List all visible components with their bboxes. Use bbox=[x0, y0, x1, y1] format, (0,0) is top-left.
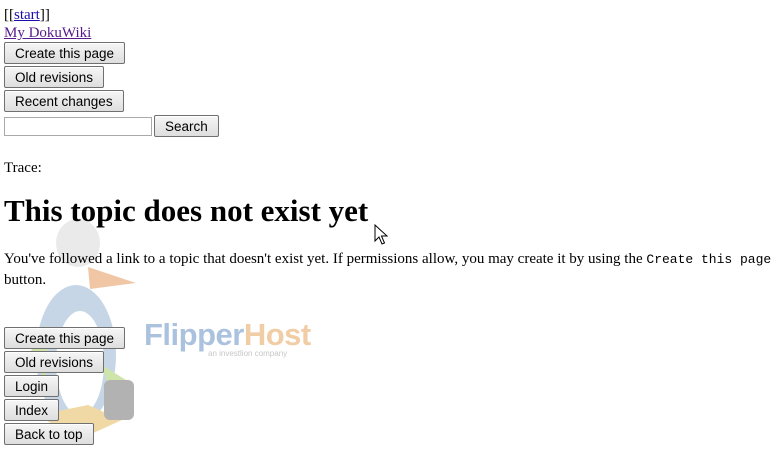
login-button[interactable]: Login bbox=[4, 375, 60, 397]
recent-changes-button[interactable]: Recent changes bbox=[4, 90, 124, 112]
search-button[interactable]: Search bbox=[154, 115, 219, 137]
footer-actions: Create this page Old revisions Login Ind… bbox=[4, 327, 774, 447]
breadcrumb: [[start]] bbox=[4, 7, 50, 23]
create-page-button[interactable]: Create this page bbox=[4, 42, 126, 64]
back-to-top-button[interactable]: Back to top bbox=[4, 423, 94, 445]
site-title: My DokuWiki bbox=[4, 24, 774, 42]
breadcrumb-start-link[interactable]: start bbox=[14, 7, 40, 23]
index-button[interactable]: Index bbox=[4, 399, 60, 421]
footer-create-page-button[interactable]: Create this page bbox=[4, 327, 126, 349]
trace-label: Trace: bbox=[4, 160, 42, 176]
create-page-code: Create this page bbox=[646, 252, 772, 267]
search-input[interactable] bbox=[4, 116, 152, 136]
mouse-cursor-icon bbox=[374, 224, 388, 245]
not-exist-message: You've followed a link to a topic that d… bbox=[4, 251, 772, 288]
site-title-link[interactable]: My DokuWiki bbox=[4, 25, 91, 41]
page: [[start]] My DokuWiki Create this page O… bbox=[4, 6, 774, 447]
footer-old-revisions-button[interactable]: Old revisions bbox=[4, 351, 105, 373]
old-revisions-button[interactable]: Old revisions bbox=[4, 66, 105, 88]
search-form: Search bbox=[4, 114, 774, 138]
page-title: This topic does not exist yet bbox=[4, 193, 369, 228]
